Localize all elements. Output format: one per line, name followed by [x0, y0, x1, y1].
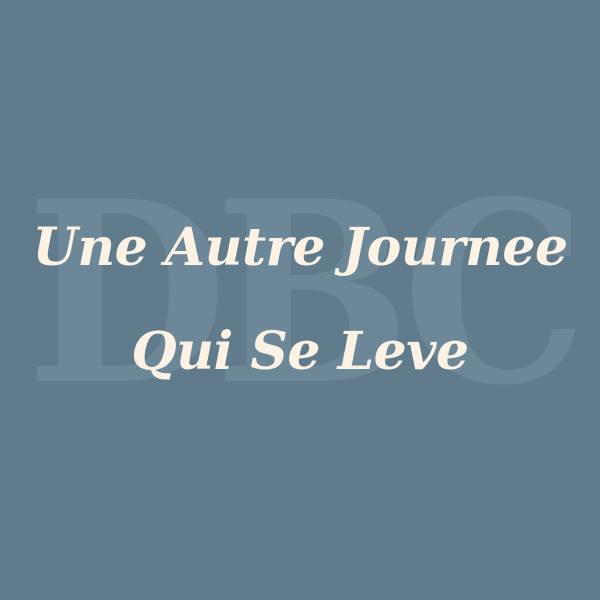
- title-line-2: Qui Se Leve: [131, 321, 469, 382]
- title-line-1: Une Autre Journee: [32, 217, 568, 278]
- background: DBC Une Autre Journee Qui Se Leve: [0, 0, 600, 600]
